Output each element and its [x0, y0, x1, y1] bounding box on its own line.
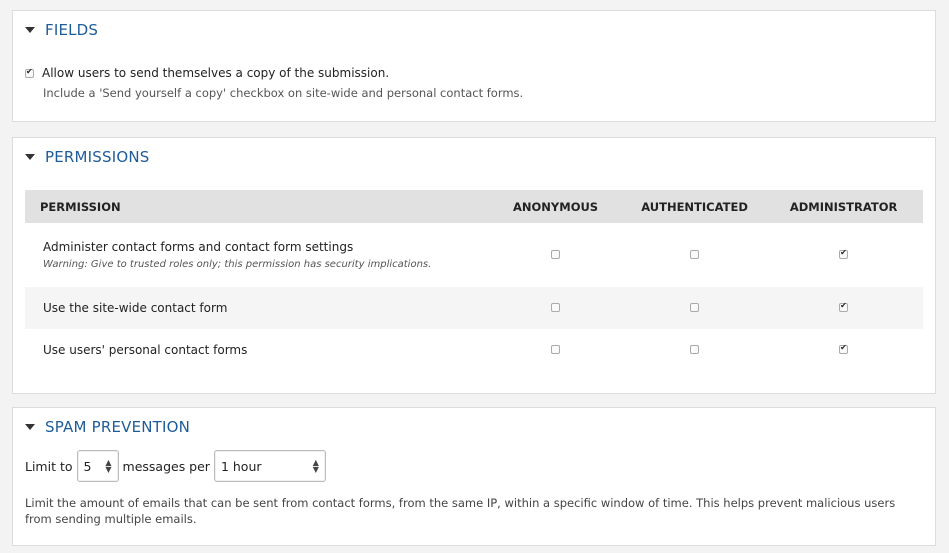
authenticated-checkbox[interactable]: [690, 303, 700, 312]
send-copy-description: Include a 'Send yourself a copy' checkbo…: [43, 86, 524, 100]
permission-name: Use users' personal contact forms: [43, 343, 248, 357]
spam-description: Limit the amount of emails that can be s…: [25, 496, 896, 526]
administrator-checkbox[interactable]: [839, 248, 849, 259]
anonymous-checkbox[interactable]: [551, 345, 561, 354]
collapse-triangle-icon: [25, 424, 35, 430]
permission-warning: Warning: Give to trusted roles only; thi…: [43, 259, 432, 270]
send-copy-checkbox-label: Allow users to send themselves a copy of…: [42, 66, 390, 80]
fields-legend-text: FIELDS: [45, 21, 99, 39]
administrator-checkbox[interactable]: [839, 301, 849, 312]
column-header-anonymous: ANONYMOUS: [486, 190, 625, 223]
anonymous-checkbox[interactable]: [551, 303, 561, 312]
spam-prevention-fieldset: SPAM PREVENTION Limit to 5 ▲ ▼ messages p…: [12, 407, 936, 546]
window-select-value: 1 hour: [220, 458, 262, 474]
select-arrows-icon: ▲ ▼: [312, 458, 319, 474]
table-row: Administer contact forms and contact for…: [25, 223, 923, 287]
authenticated-checkbox[interactable]: [690, 250, 700, 259]
send-copy-checkbox[interactable]: [25, 67, 34, 78]
collapse-triangle-icon: [25, 154, 35, 160]
column-header-authenticated: AUTHENTICATED: [624, 190, 765, 223]
permissions-fieldset: PERMISSIONS PERMISSION ANONYMOUS AUTHENT…: [12, 137, 936, 394]
fields-legend[interactable]: FIELDS: [25, 21, 98, 39]
messages-per-label: messages per: [122, 458, 210, 474]
spam-prevention-legend[interactable]: SPAM PREVENTION: [25, 418, 190, 436]
column-header-permission: PERMISSION: [25, 190, 487, 223]
fields-fieldset: FIELDS Allow users to send themselves a …: [12, 10, 936, 122]
column-header-administrator: ADMINISTRATOR: [764, 190, 923, 223]
authenticated-checkbox[interactable]: [690, 345, 700, 354]
permission-name: Administer contact forms and contact for…: [43, 240, 354, 254]
select-arrows-icon: ▲ ▼: [105, 458, 112, 474]
limit-select-value: 5: [83, 458, 92, 474]
permissions-legend-text: PERMISSIONS: [45, 148, 150, 166]
limit-label: Limit to: [25, 458, 73, 474]
permissions-legend[interactable]: PERMISSIONS: [25, 148, 150, 166]
permission-name: Use the site-wide contact form: [43, 301, 228, 315]
limit-select[interactable]: 5 ▲ ▼: [76, 450, 119, 482]
spam-prevention-legend-text: SPAM PREVENTION: [45, 418, 191, 436]
permissions-table: PERMISSION ANONYMOUS AUTHENTICATED ADMIN…: [25, 190, 923, 371]
collapse-triangle-icon: [25, 27, 35, 33]
table-row: Use the site-wide contact form: [25, 287, 923, 329]
window-select[interactable]: 1 hour ▲ ▼: [213, 450, 326, 482]
table-row: Use users' personal contact forms: [25, 329, 923, 371]
anonymous-checkbox[interactable]: [551, 250, 561, 259]
administrator-checkbox[interactable]: [839, 343, 849, 354]
